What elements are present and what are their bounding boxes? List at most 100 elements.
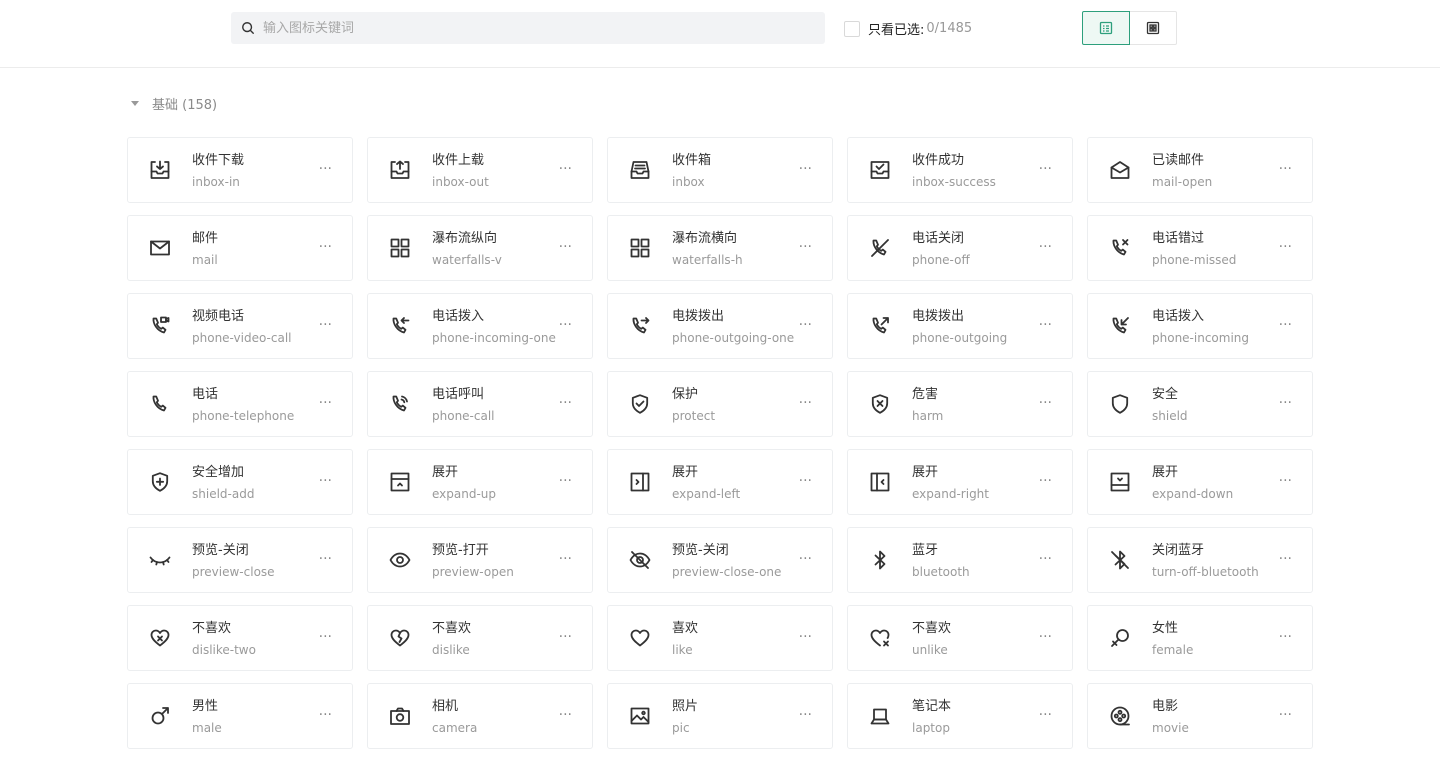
icon-card[interactable]: 关闭蓝牙 turn-off-bluetooth ··· xyxy=(1087,527,1313,593)
more-options-button[interactable]: ··· xyxy=(1039,318,1052,332)
more-options-button[interactable]: ··· xyxy=(319,630,332,644)
more-options-button[interactable]: ··· xyxy=(1279,474,1292,488)
more-options-button[interactable]: ··· xyxy=(559,162,572,176)
more-options-button[interactable]: ··· xyxy=(1039,396,1052,410)
more-options-button[interactable]: ··· xyxy=(559,318,572,332)
icon-card[interactable]: 相机 camera ··· xyxy=(367,683,593,749)
phone-telephone-icon xyxy=(148,392,172,416)
icon-card[interactable]: 照片 pic ··· xyxy=(607,683,833,749)
more-options-button[interactable]: ··· xyxy=(559,474,572,488)
icon-card[interactable]: 女性 female ··· xyxy=(1087,605,1313,671)
more-options-button[interactable]: ··· xyxy=(1279,318,1292,332)
icon-card-names: 瀑布流纵向 waterfalls-v xyxy=(432,230,502,268)
more-options-button[interactable]: ··· xyxy=(559,552,572,566)
more-options-button[interactable]: ··· xyxy=(799,708,812,722)
more-options-button[interactable]: ··· xyxy=(799,474,812,488)
only-selected-checkbox[interactable] xyxy=(844,20,860,37)
laptop-icon xyxy=(868,704,892,728)
icon-card[interactable]: 电话拨入 phone-incoming-one ··· xyxy=(367,293,593,359)
more-options-button[interactable]: ··· xyxy=(1279,552,1292,566)
icon-card[interactable]: 收件上载 inbox-out ··· xyxy=(367,137,593,203)
more-options-button[interactable]: ··· xyxy=(319,474,332,488)
icon-card[interactable]: 收件箱 inbox ··· xyxy=(607,137,833,203)
section-header-basic[interactable]: 基础 (158) xyxy=(131,94,217,113)
icon-card[interactable]: 收件下载 inbox-in ··· xyxy=(127,137,353,203)
icon-chinese-name: 展开 xyxy=(912,465,939,480)
icon-card[interactable]: 保护 protect ··· xyxy=(607,371,833,437)
icon-card[interactable]: 预览-关闭 preview-close ··· xyxy=(127,527,353,593)
more-options-button[interactable]: ··· xyxy=(1279,240,1292,254)
search-box[interactable] xyxy=(231,12,825,44)
icon-card[interactable]: 喜欢 like ··· xyxy=(607,605,833,671)
more-options-button[interactable]: ··· xyxy=(799,552,812,566)
more-options-button[interactable]: ··· xyxy=(799,240,812,254)
icon-card[interactable]: 已读邮件 mail-open ··· xyxy=(1087,137,1313,203)
more-options-button[interactable]: ··· xyxy=(319,552,332,566)
icon-card[interactable]: 瀑布流纵向 waterfalls-v ··· xyxy=(367,215,593,281)
icon-card[interactable]: 展开 expand-up ··· xyxy=(367,449,593,515)
icon-chinese-name: 视频电话 xyxy=(192,309,245,324)
icon-card[interactable]: 电拨拨出 phone-outgoing-one ··· xyxy=(607,293,833,359)
list-view-button[interactable] xyxy=(1082,11,1130,45)
icon-card[interactable]: 瀑布流横向 waterfalls-h ··· xyxy=(607,215,833,281)
expand-up-icon xyxy=(388,470,412,494)
more-options-button[interactable]: ··· xyxy=(1279,162,1292,176)
icon-chinese-name: 电话 xyxy=(192,387,219,402)
icon-card[interactable]: 电拨拨出 phone-outgoing ··· xyxy=(847,293,1073,359)
icon-card[interactable]: 安全增加 shield-add ··· xyxy=(127,449,353,515)
icon-card[interactable]: 展开 expand-left ··· xyxy=(607,449,833,515)
icon-card[interactable]: 安全 shield ··· xyxy=(1087,371,1313,437)
icon-card[interactable]: 不喜欢 dislike ··· xyxy=(367,605,593,671)
more-options-button[interactable]: ··· xyxy=(1039,162,1052,176)
icon-card[interactable]: 预览-打开 preview-open ··· xyxy=(367,527,593,593)
more-options-button[interactable]: ··· xyxy=(1279,630,1292,644)
icon-card[interactable]: 笔记本 laptop ··· xyxy=(847,683,1073,749)
icon-card[interactable]: 不喜欢 unlike ··· xyxy=(847,605,1073,671)
icon-card[interactable]: 男性 male ··· xyxy=(127,683,353,749)
icon-card[interactable]: 预览-关闭 preview-close-one ··· xyxy=(607,527,833,593)
more-options-button[interactable]: ··· xyxy=(1279,396,1292,410)
icon-card[interactable]: 不喜欢 dislike-two ··· xyxy=(127,605,353,671)
preview-open-icon xyxy=(388,548,412,572)
icon-chinese-name: 预览-关闭 xyxy=(672,543,729,558)
more-options-button[interactable]: ··· xyxy=(799,162,812,176)
more-options-button[interactable]: ··· xyxy=(1039,708,1052,722)
icon-card[interactable]: 危害 harm ··· xyxy=(847,371,1073,437)
icon-card[interactable]: 电话错过 phone-missed ··· xyxy=(1087,215,1313,281)
icon-card[interactable]: 收件成功 inbox-success ··· xyxy=(847,137,1073,203)
icon-card[interactable]: 电话关闭 phone-off ··· xyxy=(847,215,1073,281)
only-selected-filter[interactable]: 只看已选: 0/1485 xyxy=(844,20,972,38)
more-options-button[interactable]: ··· xyxy=(319,162,332,176)
grid-view-button[interactable] xyxy=(1129,11,1177,45)
more-options-button[interactable]: ··· xyxy=(1039,630,1052,644)
more-options-button[interactable]: ··· xyxy=(319,318,332,332)
icon-card[interactable]: 展开 expand-right ··· xyxy=(847,449,1073,515)
more-options-button[interactable]: ··· xyxy=(799,630,812,644)
icon-english-name: phone-outgoing xyxy=(912,331,1008,345)
more-options-button[interactable]: ··· xyxy=(319,708,332,722)
more-options-button[interactable]: ··· xyxy=(559,630,572,644)
icon-card[interactable]: 视频电话 phone-video-call ··· xyxy=(127,293,353,359)
icon-card[interactable]: 邮件 mail ··· xyxy=(127,215,353,281)
caret-down-icon[interactable] xyxy=(131,100,139,106)
search-input[interactable] xyxy=(263,20,803,36)
more-options-button[interactable]: ··· xyxy=(559,396,572,410)
more-options-button[interactable]: ··· xyxy=(799,396,812,410)
more-options-button[interactable]: ··· xyxy=(319,396,332,410)
icon-card[interactable]: 电话拨入 phone-incoming ··· xyxy=(1087,293,1313,359)
more-options-button[interactable]: ··· xyxy=(319,240,332,254)
more-options-button[interactable]: ··· xyxy=(559,708,572,722)
icon-card[interactable]: 蓝牙 bluetooth ··· xyxy=(847,527,1073,593)
more-options-button[interactable]: ··· xyxy=(1039,474,1052,488)
more-options-button[interactable]: ··· xyxy=(799,318,812,332)
more-options-button[interactable]: ··· xyxy=(1039,240,1052,254)
more-options-button[interactable]: ··· xyxy=(1279,708,1292,722)
icon-card[interactable]: 电影 movie ··· xyxy=(1087,683,1313,749)
icon-card[interactable]: 电话呼叫 phone-call ··· xyxy=(367,371,593,437)
icon-card[interactable]: 展开 expand-down ··· xyxy=(1087,449,1313,515)
icon-english-name: bluetooth xyxy=(912,565,970,579)
icon-chinese-name: 展开 xyxy=(432,465,459,480)
icon-card[interactable]: 电话 phone-telephone ··· xyxy=(127,371,353,437)
more-options-button[interactable]: ··· xyxy=(559,240,572,254)
more-options-button[interactable]: ··· xyxy=(1039,552,1052,566)
